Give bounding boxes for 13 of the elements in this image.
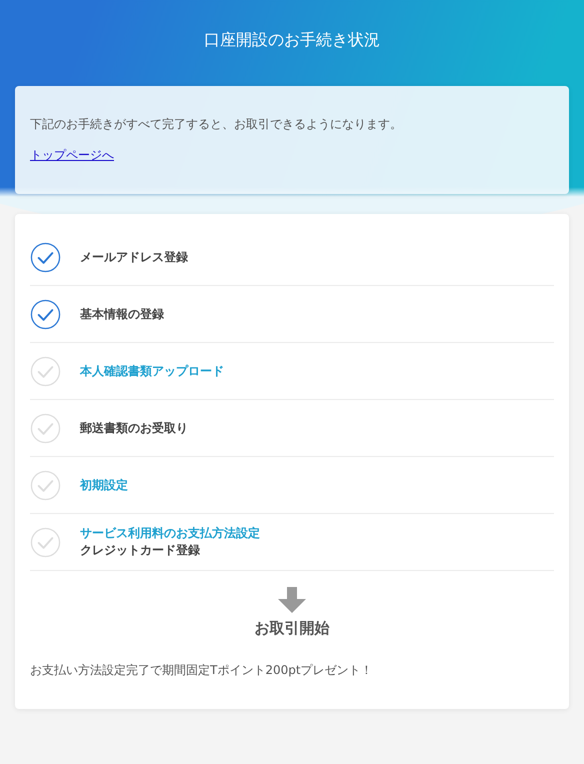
- goal-title: お取引開始: [254, 619, 330, 638]
- info-message: 下記のお手続きがすべて完了すると、お取引できるようになります。: [30, 116, 403, 133]
- step-label: 郵送書類のお受取り: [80, 420, 188, 436]
- step-link[interactable]: 本人確認書類アップロード: [80, 362, 224, 380]
- top-page-link[interactable]: トップページへ: [30, 147, 114, 164]
- step-link[interactable]: 初期設定: [80, 476, 128, 494]
- bonus-note: お支払い方法設定完了で期間固定Tポイント200ptプレゼント！: [30, 662, 374, 679]
- step-label: 基本情報の登録: [80, 306, 164, 322]
- page-title: 口座開設のお手続き状況: [203, 29, 381, 51]
- step-sublabel: クレジットカード登録: [80, 542, 201, 559]
- down-arrow-icon: [278, 587, 306, 613]
- step-link[interactable]: サービス利用料のお支払方法設定: [80, 525, 260, 542]
- step-label: メールアドレス登録: [80, 248, 188, 266]
